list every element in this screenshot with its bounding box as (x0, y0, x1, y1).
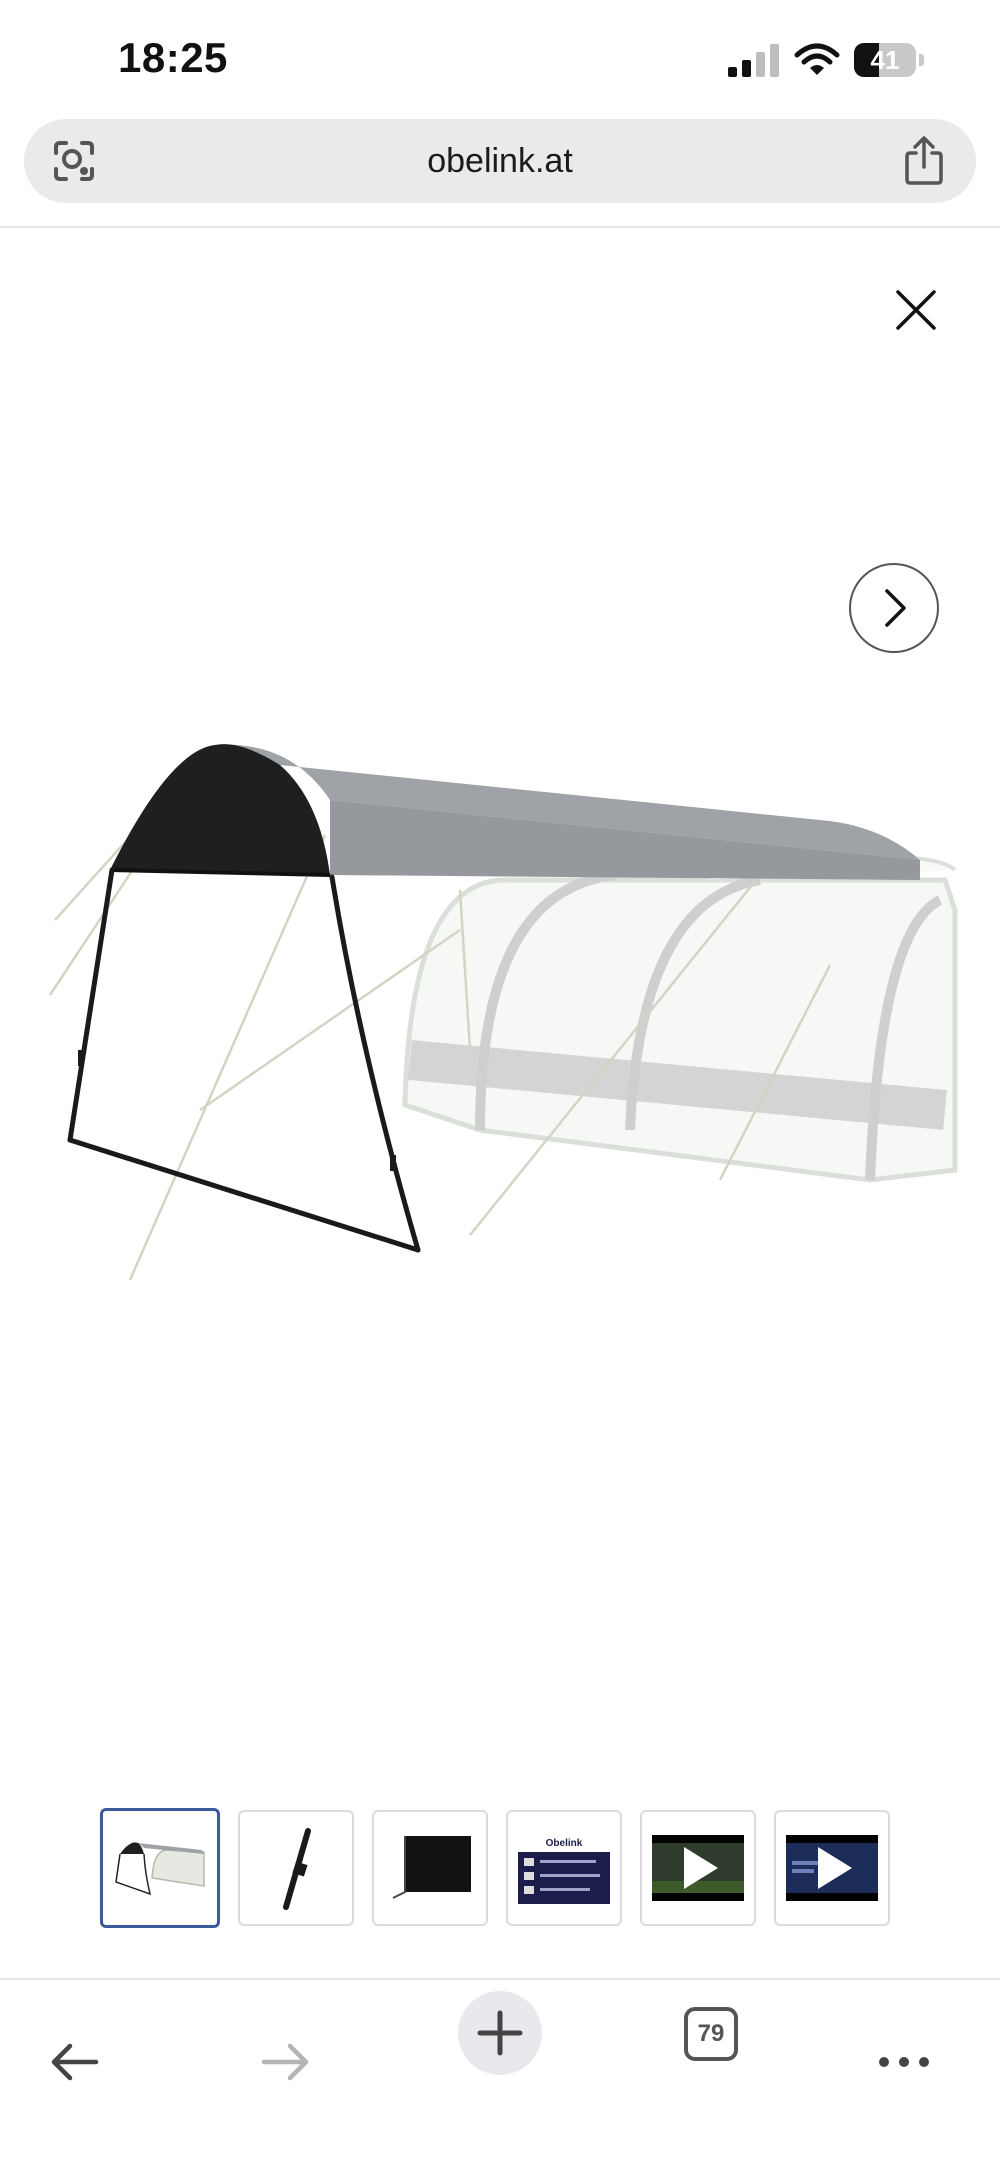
new-tab-button[interactable] (458, 1991, 542, 2075)
battery-percent: 41 (870, 45, 900, 75)
svg-text:Obelink: Obelink (546, 1838, 583, 1849)
battery-icon: 41 (854, 43, 924, 77)
forward-button[interactable] (256, 2032, 316, 2092)
thumbnail-strip: Obelink (100, 1808, 890, 1930)
status-time: 18:25 (118, 34, 228, 81)
thumbnail-side-wall[interactable] (372, 1810, 488, 1926)
thumbnail-video-2[interactable] (774, 1810, 890, 1926)
status-icons: 41 (728, 40, 924, 80)
wifi-icon (794, 43, 840, 75)
tab-switcher-button[interactable]: 79 (684, 2007, 738, 2061)
back-button[interactable] (44, 2032, 104, 2092)
more-horizontal-icon (879, 2057, 929, 2067)
next-image-button[interactable] (849, 563, 939, 653)
side-wall-thumbnail-image (392, 1836, 471, 1899)
arrow-left-icon (51, 2043, 99, 2081)
thumbnail-pole-detail[interactable] (238, 1810, 354, 1926)
thumbnail-infographic[interactable]: Obelink (506, 1810, 622, 1926)
product-image-canopy (48, 744, 958, 1281)
close-icon[interactable] (893, 287, 939, 333)
video-thumbnail-image (652, 1835, 744, 1901)
tent-thumbnail-image (115, 1841, 205, 1896)
address-bar[interactable]: obelink.at (24, 119, 976, 203)
pole-thumbnail-image (283, 1828, 311, 1910)
infographic-thumbnail-image: Obelink (518, 1832, 610, 1904)
status-bar: 18:25 41 (0, 0, 1000, 118)
cellular-signal-icon (728, 44, 779, 77)
arrow-right-icon (261, 2043, 309, 2081)
thumbnail-video-1[interactable] (640, 1810, 756, 1926)
more-options-button[interactable] (874, 2032, 934, 2092)
thumbnail-tent-overview[interactable] (100, 1808, 220, 1928)
plus-icon (477, 2010, 523, 2056)
url-text[interactable]: obelink.at (24, 119, 976, 203)
video-thumbnail-image (786, 1835, 878, 1901)
chevron-right-icon (885, 589, 906, 627)
tab-count: 79 (697, 2020, 725, 2047)
share-icon[interactable] (900, 135, 948, 187)
